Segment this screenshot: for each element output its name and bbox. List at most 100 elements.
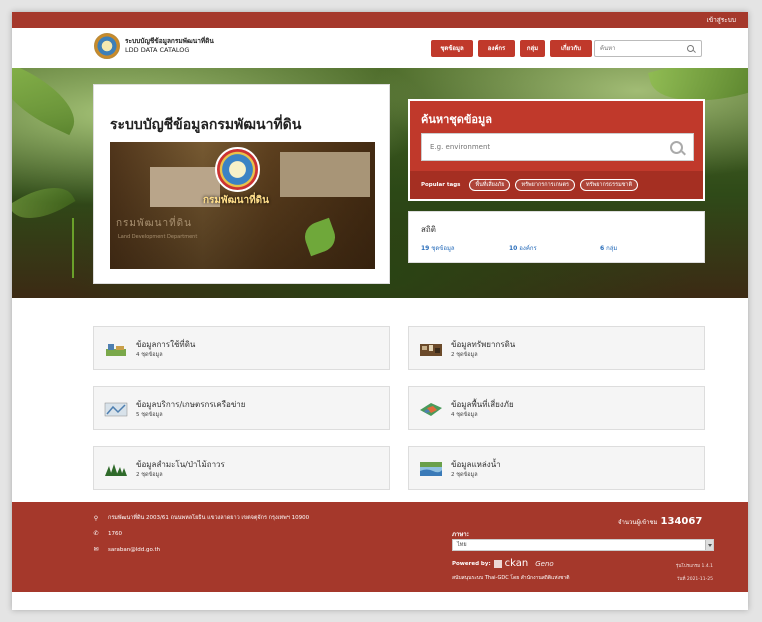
map-pin-icon: ⚲ <box>93 514 99 522</box>
category-count: 2 ชุดข้อมูล <box>136 472 163 478</box>
support-text: สนับสนุนระบบ Thai-GDC โดย สำนักงานสถิติแ… <box>452 575 570 581</box>
ldd-seal-icon <box>215 147 260 192</box>
login-link[interactable]: เข้าสู่ระบบ <box>706 15 736 25</box>
site-header: ระบบบัญชีข้อมูลกรมพัฒนาที่ดิน LDD DATA C… <box>12 28 748 68</box>
logo-title-en: LDD DATA CATALOG <box>125 46 190 54</box>
version-text: รุ่นโปรแกรม 1.4.1 <box>675 564 713 569</box>
category-name: ข้อมูลทรัพยากรดิน <box>451 340 516 349</box>
water-source-icon <box>420 462 442 476</box>
category-soil-resources[interactable]: ข้อมูลทรัพยากรดิน 2 ชุดข้อมูล <box>408 326 705 370</box>
building-image <box>280 152 370 197</box>
department-photo: กรมพัฒนาที่ดิน กรมพัฒนาที่ดิน Land Devel… <box>110 142 375 269</box>
browser-page: เข้าสู่ระบบ ระบบบัญชีข้อมูลกรมพัฒนาที่ดิ… <box>12 12 748 610</box>
nav-about[interactable]: เกี่ยวกับ <box>550 40 592 57</box>
stat-datasets[interactable]: 19 ชุดข้อมูล <box>421 243 455 253</box>
category-name: ข้อมูลบริการ/เกษตรกรเครือข่าย <box>136 400 246 409</box>
category-count: 5 ชุดข้อมูล <box>136 412 163 418</box>
photo-sign-en: Land Development Department <box>118 234 198 240</box>
page-title: ระบบบัญชีข้อมูลกรมพัฒนาที่ดิน <box>110 117 302 133</box>
language-label: ภาษา: <box>452 531 470 538</box>
chevron-down-icon[interactable] <box>705 540 713 550</box>
search-heading: ค้นหาชุดข้อมูล <box>421 113 493 126</box>
header-search-input[interactable] <box>595 45 683 52</box>
dataset-search-card: ค้นหาชุดข้อมูล Popular tags พื้นที่เสี่ย… <box>408 99 705 201</box>
category-count: 2 ชุดข้อมูล <box>451 352 478 358</box>
search-icon[interactable] <box>670 140 683 154</box>
tag-natural-resources[interactable]: ทรัพยากรธรรมชาติ <box>580 179 639 191</box>
stats-card: สถิติ 19 ชุดข้อมูล 10 องค์กร 6 กลุ่ม <box>408 211 705 263</box>
stat-groups-value: 6 <box>600 245 605 252</box>
powered-by-label: Powered by: <box>452 560 491 567</box>
leaf-decoration <box>12 175 76 231</box>
dataset-search-box <box>421 133 694 161</box>
stat-datasets-value: 19 <box>421 245 430 252</box>
stat-datasets-label: ชุดข้อมูล <box>431 245 455 252</box>
stats-heading: สถิติ <box>421 225 436 234</box>
category-grid: ข้อมูลการใช้ที่ดิน 4 ชุดข้อมูล ข้อมูลทรั… <box>12 298 748 494</box>
dataset-search-input[interactable] <box>422 143 662 151</box>
language-select[interactable]: ไทย <box>452 539 714 551</box>
category-count: 2 ชุดข้อมูล <box>451 472 478 478</box>
release-date: วันที่ 2021-11-25 <box>676 577 713 582</box>
email-text[interactable]: saraban@ldd.go.th <box>108 547 160 553</box>
ckan-logo-icon <box>493 559 502 568</box>
category-service-network[interactable]: ข้อมูลบริการ/เกษตรกรเครือข่าย 5 ชุดข้อมู… <box>93 386 390 430</box>
header-search <box>594 40 702 57</box>
photo-sign: กรมพัฒนาที่ดิน <box>116 218 193 229</box>
main-nav: ชุดข้อมูล องค์กร กลุ่ม เกี่ยวกับ <box>431 40 592 57</box>
photo-caption: กรมพัฒนาที่ดิน <box>203 195 270 206</box>
category-count: 4 ชุดข้อมูล <box>451 412 478 418</box>
stat-groups[interactable]: 6 กลุ่ม <box>600 243 617 253</box>
stat-organizations[interactable]: 10 องค์กร <box>509 243 537 253</box>
popular-tags-label: Popular tags <box>421 182 461 188</box>
language-value: ไทย <box>457 542 467 548</box>
sprout-decoration <box>72 218 74 278</box>
visitors-label: จำนวนผู้เข้าชม <box>618 519 658 526</box>
ldd-seal-icon <box>94 33 120 59</box>
address-text: กรมพัฒนาที่ดิน 2003/61 ถนนพหลโยธิน แขวงล… <box>108 515 310 521</box>
nav-organizations[interactable]: องค์กร <box>478 40 515 57</box>
leaf-decoration <box>12 68 87 136</box>
stat-orgs-label: องค์กร <box>519 245 537 252</box>
logo-title-th: ระบบบัญชีข้อมูลกรมพัฒนาที่ดิน <box>125 37 214 45</box>
nav-groups[interactable]: กลุ่ม <box>520 40 545 57</box>
soil-icon <box>420 344 442 356</box>
nav-datasets[interactable]: ชุดข้อมูล <box>431 40 473 57</box>
footer-address: ⚲ กรมพัฒนาที่ดิน 2003/61 ถนนพหลโยธิน แขว… <box>92 514 309 522</box>
hero-section: ระบบบัญชีข้อมูลกรมพัฒนาที่ดิน กรมพัฒนาที… <box>12 68 748 298</box>
logo-text: ระบบบัญชีข้อมูลกรมพัฒนาที่ดิน LDD DATA C… <box>125 37 214 55</box>
stat-groups-label: กลุ่ม <box>606 245 618 252</box>
category-count: 4 ชุดข้อมูล <box>136 352 163 358</box>
risk-map-icon <box>420 403 442 416</box>
category-name: ข้อมูลสำมะโน/ป่าไม้ถาวร <box>136 460 225 469</box>
service-network-icon <box>104 402 128 417</box>
powered-by: Powered by: ckan Geno <box>452 558 554 569</box>
ckan-link[interactable]: ckan <box>505 558 529 569</box>
tag-agri-resources[interactable]: ทรัพยากรการเกษตร <box>515 179 575 191</box>
category-name: ข้อมูลการใช้ที่ดิน <box>136 340 196 349</box>
visitors-value: 134067 <box>660 516 703 527</box>
geno-link[interactable]: Geno <box>535 560 553 568</box>
phone-text: 1760 <box>108 530 122 537</box>
category-risk-area[interactable]: ข้อมูลพื้นที่เสี่ยงภัย 4 ชุดข้อมูล <box>408 386 705 430</box>
category-census-forest[interactable]: ข้อมูลสำมะโน/ป่าไม้ถาวร 2 ชุดข้อมูล <box>93 446 390 490</box>
popular-tags: Popular tags พื้นที่เสี่ยงภัย ทรัพยากรกา… <box>410 171 703 199</box>
category-name: ข้อมูลแหล่งน้ำ <box>451 460 501 469</box>
site-logo[interactable]: ระบบบัญชีข้อมูลกรมพัฒนาที่ดิน LDD DATA C… <box>94 33 214 59</box>
envelope-icon: ✉ <box>93 546 99 553</box>
stat-orgs-value: 10 <box>509 245 518 252</box>
top-bar: เข้าสู่ระบบ <box>12 12 748 28</box>
category-land-use[interactable]: ข้อมูลการใช้ที่ดิน 4 ชุดข้อมูล <box>93 326 390 370</box>
footer-email[interactable]: ✉ saraban@ldd.go.th <box>92 546 160 553</box>
search-icon[interactable] <box>687 45 694 52</box>
plant-image <box>300 217 340 257</box>
tag-risk-area[interactable]: พื้นที่เสี่ยงภัย <box>469 179 511 191</box>
category-water-source[interactable]: ข้อมูลแหล่งน้ำ 2 ชุดข้อมูล <box>408 446 705 490</box>
category-name: ข้อมูลพื้นที่เสี่ยงภัย <box>451 400 514 409</box>
site-footer: ⚲ กรมพัฒนาที่ดิน 2003/61 ถนนพหลโยธิน แขว… <box>12 502 748 592</box>
footer-phone: ✆ 1760 <box>92 530 122 537</box>
visitor-counter: จำนวนผู้เข้าชม 134067 <box>618 516 702 527</box>
phone-icon: ✆ <box>93 530 99 537</box>
land-use-icon <box>106 344 126 356</box>
title-card: ระบบบัญชีข้อมูลกรมพัฒนาที่ดิน กรมพัฒนาที… <box>93 84 390 284</box>
